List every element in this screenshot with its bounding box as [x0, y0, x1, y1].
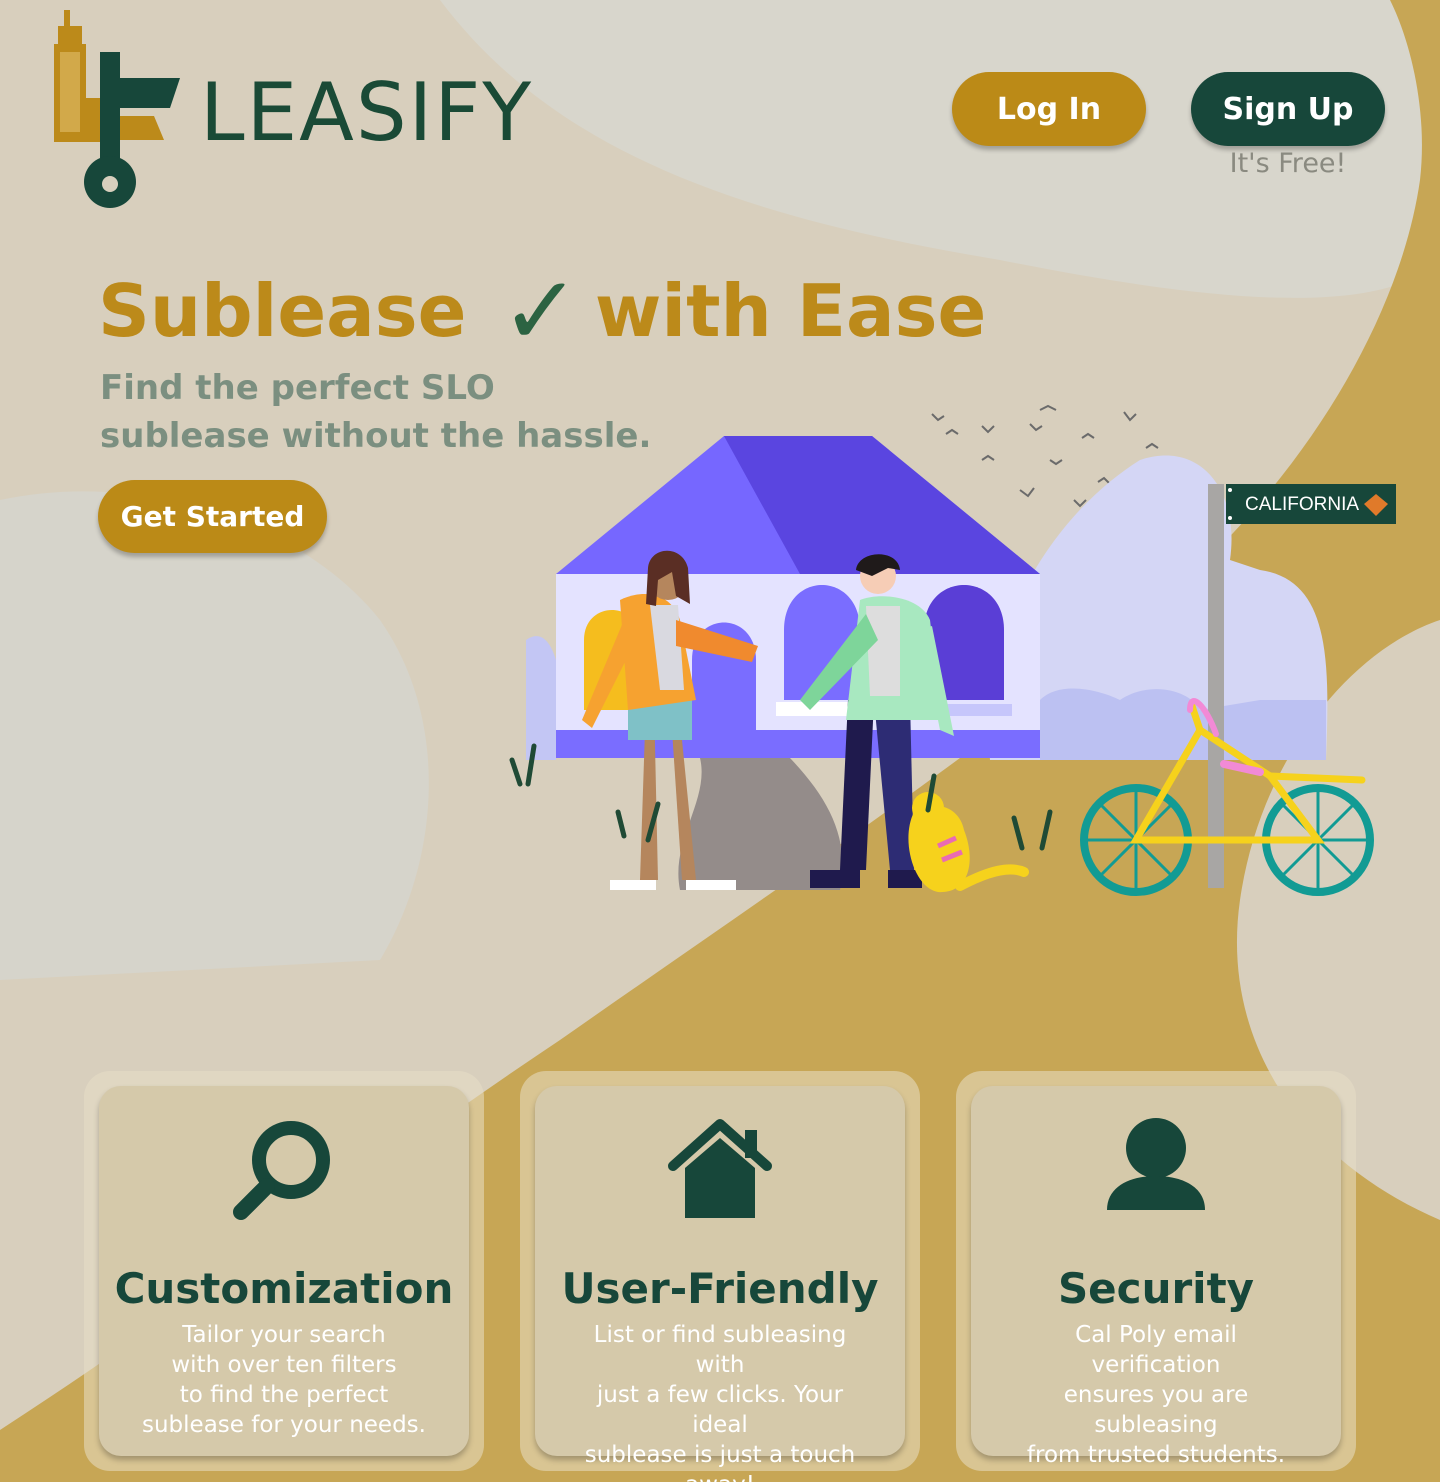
- feature-description: Tailor your search with over ten filters…: [142, 1322, 426, 1438]
- feature-title: Customization: [114, 1264, 454, 1313]
- california-sign-text: CALIFORNIA: [1245, 494, 1359, 515]
- hero-title-part2: with Ease: [594, 269, 987, 353]
- feature-card-customization: Customization Tailor your search with ov…: [99, 1086, 469, 1456]
- user-icon: [1107, 1118, 1205, 1210]
- cat-figure: [908, 792, 1029, 893]
- login-button[interactable]: Log In: [952, 72, 1146, 146]
- hero-title-part1: Sublease: [98, 269, 467, 353]
- signup-button[interactable]: Sign Up: [1191, 72, 1385, 146]
- hero-subtitle: Find the perfect SLO sublease without th…: [100, 368, 652, 456]
- feature-description: List or find subleasing with just a few …: [584, 1322, 856, 1482]
- key-building-logo-icon: [54, 10, 180, 208]
- get-started-button[interactable]: Get Started: [98, 480, 327, 553]
- hero-illustration: CALIFORNIA: [509, 404, 1396, 896]
- brand-name: LEASIFY: [200, 66, 534, 159]
- feature-card-security: Security Cal Poly email verification ens…: [971, 1086, 1341, 1468]
- hero-title: Sublease ✓ with Ease: [98, 255, 986, 367]
- feature-card-user-friendly: User-Friendly List or find subleasing wi…: [535, 1086, 905, 1482]
- checkmark-icon: ✓: [500, 255, 581, 367]
- street-sign: CALIFORNIA: [1226, 484, 1396, 524]
- feature-description: Cal Poly email verification ensures you …: [1026, 1322, 1286, 1468]
- feature-title: Security: [1057, 1264, 1255, 1313]
- search-icon: [233, 1121, 330, 1220]
- feature-title: User-Friendly: [561, 1264, 879, 1313]
- house-icon: [668, 1119, 772, 1218]
- leasify-logo[interactable]: LEASIFY: [50, 8, 610, 208]
- signup-note: It's Free!: [1229, 148, 1347, 179]
